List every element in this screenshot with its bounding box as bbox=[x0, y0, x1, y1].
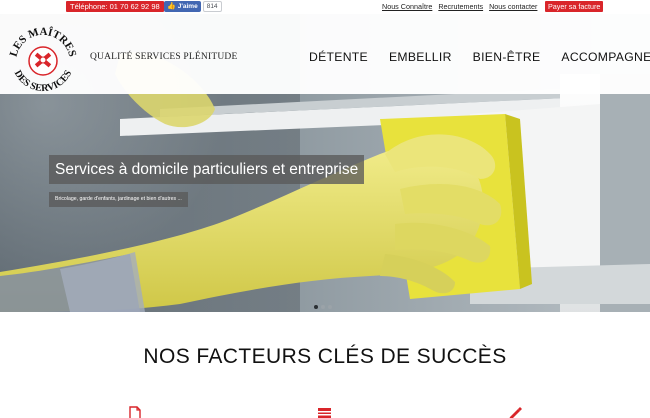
page: Services à domicile particuliers et entr… bbox=[0, 0, 650, 418]
site-tagline: QUALITÉ SERVICES PLÉNITUDE bbox=[90, 52, 238, 62]
slider-dots[interactable] bbox=[314, 305, 335, 309]
top-links: Nous Connaître Recrutements Nous contact… bbox=[382, 2, 543, 11]
link-nous-connaitre[interactable]: Nous Connaître bbox=[382, 2, 432, 11]
facebook-like-count: 814 bbox=[202, 1, 222, 12]
nav-item-bien-etre[interactable]: BIEN-ÊTRE bbox=[473, 50, 541, 64]
slider-dot[interactable] bbox=[328, 305, 332, 309]
slider-dot[interactable] bbox=[321, 305, 325, 309]
hero-title: Services à domicile particuliers et entr… bbox=[49, 155, 365, 184]
facebook-like-widget[interactable]: 👍 J'aime 814 bbox=[164, 1, 222, 12]
slider-dot[interactable] bbox=[314, 305, 318, 309]
link-recrutements[interactable]: Recrutements bbox=[438, 2, 483, 11]
pay-invoice-button[interactable]: Payer sa facture bbox=[545, 1, 604, 12]
hero-subtitle: Bricolage, garde d'enfants, jardinage et… bbox=[49, 192, 188, 207]
nav-item-detente[interactable]: DÉTENTE bbox=[309, 50, 368, 64]
site-header: LES MAÎTRES DES SERVICES QUALITÉ SERVICE… bbox=[0, 14, 650, 94]
site-logo[interactable]: LES MAÎTRES DES SERVICES bbox=[6, 22, 80, 94]
phone-button[interactable]: Téléphone: 01 70 62 92 98 bbox=[66, 1, 164, 12]
section-title: NOS FACTEURS CLÉS DE SUCCÈS bbox=[143, 345, 507, 368]
facebook-thumb-icon: 👍 bbox=[167, 3, 176, 10]
logo-emblem-icon: LES MAÎTRES DES SERVICES bbox=[8, 26, 79, 94]
card-icon bbox=[318, 408, 331, 418]
facebook-like-label: J'aime bbox=[177, 3, 198, 10]
nav-item-embellir[interactable]: EMBELLIR bbox=[389, 50, 452, 64]
nav-item-accompagner[interactable]: ACCOMPAGNER bbox=[561, 50, 650, 64]
pencil-icon bbox=[509, 407, 522, 418]
document-icon bbox=[129, 406, 141, 418]
link-nous-contacter[interactable]: Nous contacter bbox=[489, 2, 537, 11]
facebook-like-button[interactable]: 👍 J'aime bbox=[164, 1, 201, 12]
main-nav: DÉTENTE EMBELLIR BIEN-ÊTRE ACCOMPAGNER bbox=[309, 50, 650, 64]
